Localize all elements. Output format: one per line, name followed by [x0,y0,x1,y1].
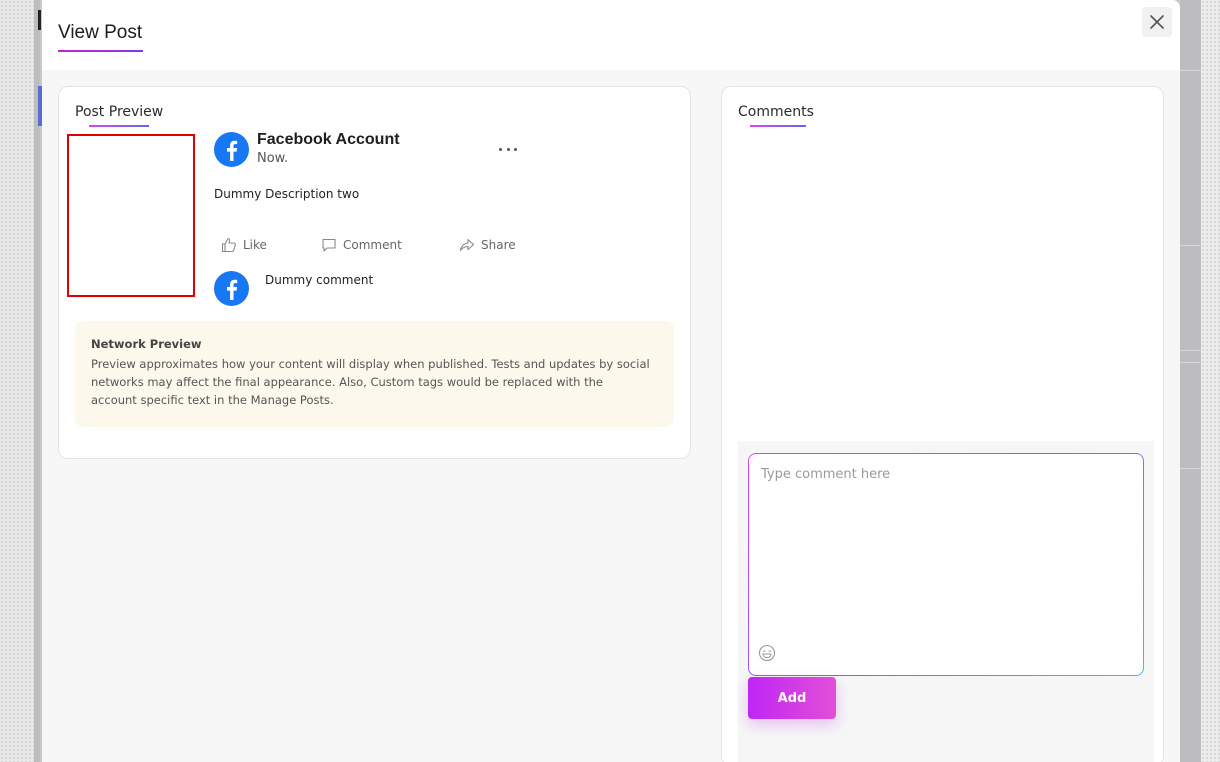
background-right-pattern [1201,0,1220,762]
post-preview-underline [89,125,149,127]
background-divider [1180,362,1202,363]
post-preview-title: Post Preview [75,104,164,120]
comment-bubble-icon [322,238,336,252]
background-element [38,10,41,30]
modal-title-underline [58,50,143,52]
background-divider [1180,350,1202,351]
background-divider [1180,70,1202,71]
post-description: Dummy Description two [214,187,360,201]
more-horizontal-icon [499,147,502,151]
account-avatar [214,132,249,167]
close-icon [1150,15,1164,29]
post-preview-card: Post Preview Facebook Account Now. Dummy… [58,86,691,459]
more-horizontal-icon [506,147,510,151]
close-button[interactable] [1142,7,1172,37]
more-horizontal-icon [514,147,517,151]
modal-title: View Post [58,22,143,43]
comments-title: Comments [738,104,814,120]
post-time: Now. [257,151,289,166]
network-preview-title: Network Preview [91,337,202,351]
network-preview-notice: Network Preview Preview approximates how… [75,321,674,427]
comments-card: Comments Add [721,86,1164,762]
modal-header: View Post [42,0,1180,70]
emoji-icon [758,644,776,662]
post-media-placeholder [67,134,195,297]
comment-input[interactable] [749,454,1143,675]
facebook-icon [226,140,237,161]
background-left-pattern [0,0,34,762]
comment-label: Comment [343,238,402,252]
comment-action[interactable]: Comment [321,237,402,253]
comment-compose-area: Add [738,441,1154,762]
more-options-button[interactable] [499,145,517,153]
like-action[interactable]: Like [221,237,267,253]
share-action[interactable]: Share [459,237,516,253]
background-divider [1180,468,1202,469]
network-preview-text: Preview approximates how your content wi… [91,357,650,407]
add-comment-button[interactable]: Add [748,677,836,719]
commenter-avatar [214,271,249,306]
share-label: Share [481,238,516,252]
comments-underline [750,125,806,127]
account-name: Facebook Account [257,131,400,148]
share-arrow-icon [459,238,475,252]
view-post-modal: View Post Post Preview Facebook Account … [42,0,1180,762]
background-divider [1180,245,1202,246]
thumbs-up-icon [221,237,236,253]
like-label: Like [243,238,267,252]
facebook-icon [226,279,237,300]
preview-comment-text: Dummy comment [265,273,374,287]
emoji-button[interactable] [758,644,776,662]
comment-input-border [748,453,1144,676]
